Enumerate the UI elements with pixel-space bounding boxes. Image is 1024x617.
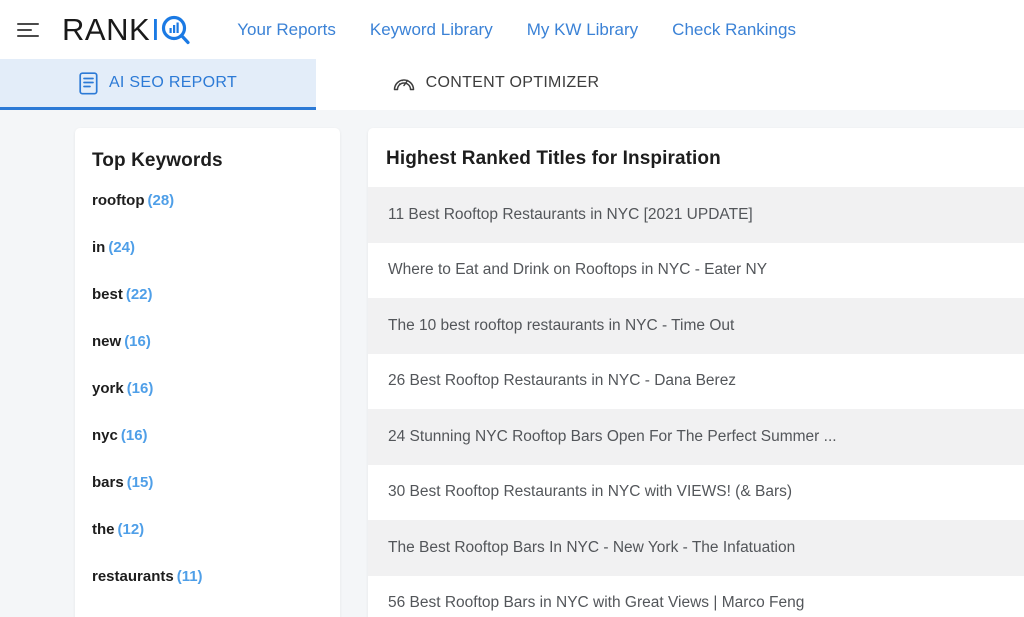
title-row[interactable]: Where to Eat and Drink on Rooftops in NY…: [368, 242, 1024, 298]
keyword-word: nyc: [92, 427, 118, 444]
document-report-icon: [79, 71, 98, 95]
keyword-count: (28): [147, 192, 175, 209]
keyword-word: best: [92, 286, 123, 303]
title-row[interactable]: The Best Rooftop Bars In NYC - New York …: [368, 520, 1024, 576]
tab-content-optimizer[interactable]: CONTENT OPTIMIZER: [316, 59, 676, 110]
keyword-word: restaurants: [92, 568, 174, 585]
hamburger-menu-icon[interactable]: [14, 15, 44, 45]
highest-ranked-titles-heading: Highest Ranked Titles for Inspiration: [386, 148, 721, 169]
keyword-item[interactable]: york (16): [92, 381, 340, 396]
keyword-count: (16): [124, 333, 151, 350]
title-row[interactable]: 24 Stunning NYC Rooftop Bars Open For Th…: [368, 409, 1024, 465]
speedometer-gauge-icon: [393, 73, 415, 93]
logo-text-rank: RANK: [62, 12, 151, 47]
keyword-item[interactable]: in (24): [92, 240, 340, 255]
nav-link-your-reports[interactable]: Your Reports: [237, 20, 336, 40]
keyword-count: (16): [120, 427, 148, 444]
keyword-item[interactable]: restaurants (11): [92, 569, 340, 584]
hamburger-line-1: [17, 22, 39, 25]
title-row[interactable]: The 10 best rooftop restaurants in NYC -…: [368, 298, 1024, 354]
top-keywords-title: Top Keywords: [92, 150, 223, 171]
top-header: RANK I Your Reports Keyword Library My K…: [0, 0, 1024, 59]
hamburger-line-3: [17, 34, 39, 37]
title-row[interactable]: 26 Best Rooftop Restaurants in NYC - Dan…: [368, 353, 1024, 409]
tab-label-ai-seo-report: AI SEO REPORT: [108, 74, 238, 91]
rankiq-logo[interactable]: RANK I: [62, 14, 191, 45]
keyword-item[interactable]: the (12): [92, 522, 340, 537]
q-magnifier-chart-icon: [161, 14, 191, 45]
keyword-count: (22): [125, 286, 153, 303]
keyword-word: york: [92, 380, 124, 397]
keyword-count: (24): [108, 239, 136, 256]
keyword-count: (12): [117, 521, 145, 538]
nav-link-keyword-library[interactable]: Keyword Library: [370, 20, 493, 40]
keyword-item[interactable]: nyc (16): [92, 428, 340, 443]
title-row[interactable]: 56 Best Rooftop Bars in NYC with Great V…: [368, 575, 1024, 617]
keyword-word: new: [92, 333, 122, 350]
keyword-word: bars: [92, 474, 124, 491]
titles-list: 11 Best Rooftop Restaurants in NYC [2021…: [368, 187, 1024, 617]
title-row[interactable]: 11 Best Rooftop Restaurants in NYC [2021…: [368, 187, 1024, 243]
keyword-item[interactable]: rooftop (28): [92, 193, 340, 208]
page-body: Top Keywords rooftop (28) in (24) best (22)…: [0, 110, 1024, 617]
keyword-count: (11): [176, 568, 203, 585]
keyword-list: rooftop (28) in (24) best (22) new (16) york…: [92, 193, 340, 616]
keyword-word: the: [92, 521, 115, 538]
tab-bar: AI SEO REPORT CONTENT OPTIMIZER: [0, 59, 1024, 110]
main-navigation: Your Reports Keyword Library My KW Libra…: [237, 20, 796, 40]
keyword-count: (16): [126, 380, 154, 397]
nav-link-check-rankings[interactable]: Check Rankings: [672, 20, 796, 40]
top-keywords-panel: Top Keywords rooftop (28) in (24) best (22)…: [75, 128, 340, 617]
keyword-word: in: [92, 239, 106, 256]
keyword-item[interactable]: best (22): [92, 287, 340, 302]
keyword-item[interactable]: new (16): [92, 334, 340, 349]
keyword-count: (15): [126, 474, 154, 491]
keyword-item[interactable]: bars (15): [92, 475, 340, 490]
nav-link-my-kw-library[interactable]: My KW Library: [527, 20, 638, 40]
rankiq-app-window: RANK I Your Reports Keyword Library My K…: [0, 0, 1024, 617]
tab-ai-seo-report[interactable]: AI SEO REPORT: [0, 59, 316, 110]
highest-ranked-titles-panel: Highest Ranked Titles for Inspiration 11…: [368, 128, 1024, 617]
tab-label-content-optimizer: CONTENT OPTIMIZER: [425, 74, 600, 91]
title-row[interactable]: 30 Best Rooftop Restaurants in NYC with …: [368, 464, 1024, 520]
hamburger-line-2: [17, 28, 32, 31]
logo-text-i: I: [151, 12, 161, 47]
keyword-word: rooftop: [92, 192, 145, 209]
